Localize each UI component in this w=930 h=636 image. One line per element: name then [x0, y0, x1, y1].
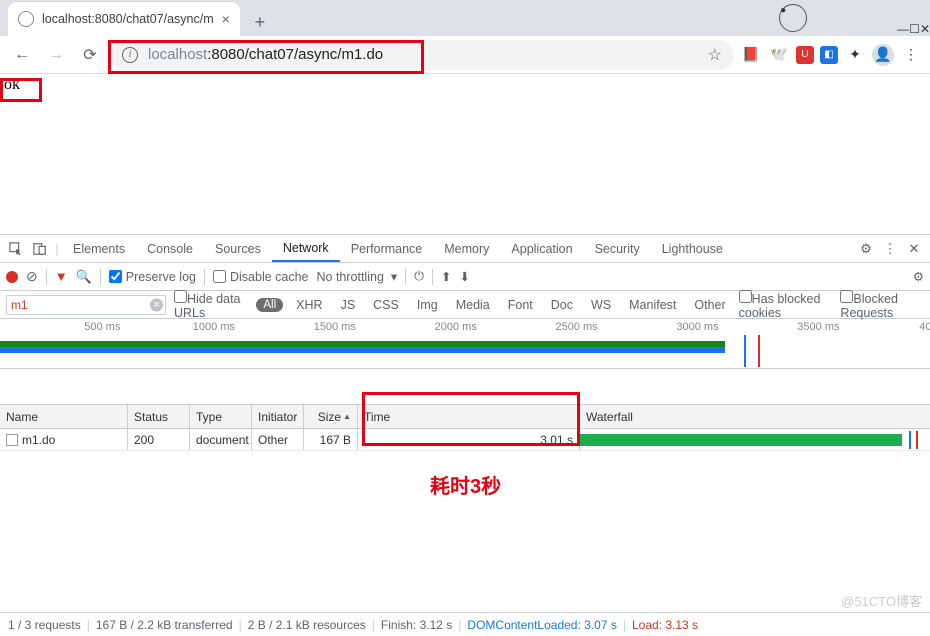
tab-title: localhost:8080/chat07/async/m: [42, 12, 214, 26]
filter-other[interactable]: Other: [689, 298, 730, 312]
network-settings-icon[interactable]: ⚙: [913, 269, 924, 284]
tab-console[interactable]: Console: [136, 235, 204, 262]
annotation-text: 耗时3秒: [430, 470, 501, 499]
footer-load: Load: 3.13 s: [632, 618, 698, 632]
filter-css[interactable]: CSS: [368, 298, 404, 312]
hide-data-urls-checkbox[interactable]: Hide data URLs: [174, 290, 248, 320]
footer-dcl: DOMContentLoaded: 3.07 s: [467, 618, 616, 632]
inspect-element-icon[interactable]: [4, 242, 28, 256]
devtools-tabs: | Elements Console Sources Network Perfo…: [0, 235, 930, 263]
file-icon: [6, 434, 18, 446]
network-status-footer: 1 / 3 requests| 167 B / 2.2 kB transferr…: [0, 612, 930, 636]
network-filter-bar: ✕ Hide data URLs All XHR JS CSS Img Medi…: [0, 291, 930, 319]
devtools-close-icon[interactable]: ✕: [902, 241, 926, 257]
ext-bird-icon[interactable]: 🕊️: [768, 44, 790, 66]
chrome-menu-icon[interactable]: ⋮: [900, 44, 922, 66]
address-bar[interactable]: i localhost:8080/chat07/async/m1.do ☆: [110, 40, 734, 70]
filter-all[interactable]: All: [256, 298, 283, 312]
filter-doc[interactable]: Doc: [546, 298, 578, 312]
filter-font[interactable]: Font: [503, 298, 538, 312]
browser-tab[interactable]: localhost:8080/chat07/async/m ×: [8, 2, 240, 36]
filter-manifest[interactable]: Manifest: [624, 298, 681, 312]
page-content: ok: [0, 74, 930, 234]
tab-network[interactable]: Network: [272, 235, 340, 262]
footer-finish: Finish: 3.12 s: [381, 618, 452, 632]
window-account-icon[interactable]: ●: [779, 4, 807, 32]
throttling-select[interactable]: No throttling ▾: [317, 269, 398, 284]
tab-elements[interactable]: Elements: [62, 235, 136, 262]
url-text: localhost:8080/chat07/async/m1.do: [148, 46, 383, 63]
overview-gap: [0, 369, 930, 405]
clear-filter-icon[interactable]: ✕: [150, 298, 163, 311]
download-har-icon[interactable]: ⬇: [460, 269, 470, 284]
close-tab-icon[interactable]: ×: [222, 11, 230, 27]
ext-pdf-icon[interactable]: 📕: [740, 44, 762, 66]
footer-resources: 2 B / 2.1 kB resources: [248, 618, 366, 632]
tab-strip: localhost:8080/chat07/async/m × + ● — ☐ …: [0, 0, 930, 36]
window-close-button[interactable]: ✕: [920, 22, 930, 36]
forward-button[interactable]: →: [42, 41, 70, 69]
header-initiator[interactable]: Initiator: [252, 405, 304, 428]
tab-security[interactable]: Security: [584, 235, 651, 262]
devtools-panel: | Elements Console Sources Network Perfo…: [0, 234, 930, 604]
device-toggle-icon[interactable]: [28, 242, 52, 256]
filter-js[interactable]: JS: [336, 298, 361, 312]
filter-xhr[interactable]: XHR: [291, 298, 327, 312]
filter-ws[interactable]: WS: [586, 298, 616, 312]
filter-input[interactable]: [6, 295, 166, 315]
wifi-icon[interactable]: ⏻: [414, 269, 424, 284]
devtools-menu-icon[interactable]: ⋮: [878, 241, 902, 257]
page-text: ok: [4, 76, 20, 93]
header-waterfall[interactable]: Waterfall: [580, 405, 930, 428]
devtools-settings-icon[interactable]: ⚙: [854, 241, 878, 257]
filter-img[interactable]: Img: [412, 298, 443, 312]
tab-application[interactable]: Application: [500, 235, 583, 262]
tab-sources[interactable]: Sources: [204, 235, 272, 262]
table-row[interactable]: m1.do 200 document Other 167 B 3.01 s: [0, 429, 930, 451]
disable-cache-checkbox[interactable]: Disable cache: [213, 270, 309, 284]
browser-toolbar: ← → ⟳ i localhost:8080/chat07/async/m1.d…: [0, 36, 930, 74]
filter-toggle-icon[interactable]: ▼: [55, 269, 68, 284]
footer-requests: 1 / 3 requests: [8, 618, 81, 632]
ext-square-icon[interactable]: ◧: [820, 46, 838, 64]
network-overview[interactable]: 500 ms 1000 ms 1500 ms 2000 ms 2500 ms 3…: [0, 319, 930, 369]
back-button[interactable]: ←: [8, 41, 36, 69]
reload-button[interactable]: ⟳: [76, 41, 104, 69]
new-tab-button[interactable]: +: [246, 8, 274, 36]
blocked-requests-checkbox[interactable]: Blocked Requests: [840, 290, 924, 320]
ext-ublock-icon[interactable]: U: [796, 46, 814, 64]
record-button[interactable]: [6, 271, 18, 283]
tab-lighthouse[interactable]: Lighthouse: [651, 235, 734, 262]
profile-avatar-icon[interactable]: 👤: [872, 44, 894, 66]
tab-memory[interactable]: Memory: [433, 235, 500, 262]
extensions-puzzle-icon[interactable]: ✦: [844, 44, 866, 66]
network-table: Name Status Type Initiator Size▲ Time Wa…: [0, 405, 930, 451]
footer-transferred: 167 B / 2.2 kB transferred: [96, 618, 233, 632]
watermark: @51CTO博客: [841, 591, 922, 610]
window-maximize-button[interactable]: ☐: [909, 22, 920, 36]
site-info-icon[interactable]: i: [122, 47, 138, 63]
preserve-log-checkbox[interactable]: Preserve log: [109, 270, 196, 284]
tab-performance[interactable]: Performance: [340, 235, 434, 262]
header-type[interactable]: Type: [190, 405, 252, 428]
clear-button[interactable]: ⊘: [26, 268, 38, 285]
header-time[interactable]: Time: [358, 405, 580, 428]
header-status[interactable]: Status: [128, 405, 190, 428]
header-name[interactable]: Name: [0, 405, 128, 428]
window-minimize-button[interactable]: —: [897, 22, 909, 36]
header-size[interactable]: Size▲: [304, 405, 358, 428]
bookmark-star-icon[interactable]: ☆: [708, 45, 722, 65]
table-header: Name Status Type Initiator Size▲ Time Wa…: [0, 405, 930, 429]
globe-icon: [18, 11, 34, 27]
search-icon[interactable]: 🔍: [76, 269, 92, 285]
network-controls: ⊘ ▼ 🔍 Preserve log Disable cache No thro…: [0, 263, 930, 291]
has-blocked-cookies-checkbox[interactable]: Has blocked cookies: [739, 290, 833, 320]
filter-media[interactable]: Media: [451, 298, 495, 312]
upload-har-icon[interactable]: ⬆: [441, 269, 451, 284]
